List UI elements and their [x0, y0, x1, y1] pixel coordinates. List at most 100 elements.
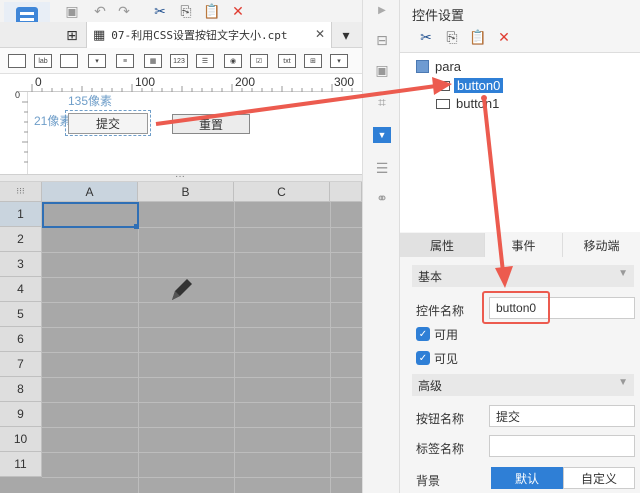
reset-button-label: 重置 — [198, 117, 223, 132]
panel-copy-icon[interactable]: ⎘ — [444, 29, 460, 45]
row-header[interactable]: 3 — [0, 252, 42, 277]
row-header[interactable]: 4 — [0, 277, 42, 302]
file-tab[interactable]: ▦ 07-利用CSS设置按钮文字大小.cpt ✕ — [86, 22, 332, 48]
radio-widget-icon[interactable]: ◉ — [224, 54, 242, 68]
section-title: 基本 — [418, 269, 443, 284]
copy-icon[interactable]: ⎘ — [178, 3, 194, 19]
column-header-c[interactable]: C — [234, 182, 330, 202]
button-name-input[interactable]: 提交 — [489, 405, 635, 427]
tab-label: 事件 — [511, 238, 536, 253]
grid-line — [42, 452, 362, 453]
tag-name-label: 标签名称 — [416, 442, 465, 456]
button-widget-icon[interactable] — [8, 54, 26, 68]
column-header-b[interactable]: B — [138, 182, 234, 202]
row-header[interactable]: 8 — [0, 377, 42, 402]
layout-icon[interactable]: ⊟ — [374, 32, 390, 48]
panel-cut-icon[interactable]: ✂ — [418, 29, 434, 45]
crop-icon[interactable]: ⌗ — [374, 94, 390, 110]
column-header-a[interactable]: A — [42, 182, 138, 202]
row-header[interactable]: 7 — [0, 352, 42, 377]
tab-events[interactable]: 事件 — [484, 233, 562, 257]
pane-splitter[interactable]: ··· — [0, 171, 362, 182]
link-icon[interactable]: ⚭ — [374, 190, 390, 206]
row-label: 2 — [17, 232, 24, 246]
background-label: 背景 — [416, 474, 441, 488]
undo-icon[interactable]: ↶ — [92, 3, 108, 19]
background-default-toggle[interactable]: 默认 — [491, 467, 563, 489]
date-widget-icon[interactable]: ▦ — [144, 54, 162, 68]
fill-handle[interactable] — [134, 224, 139, 229]
combo-widget-icon[interactable]: ▾ — [88, 54, 106, 68]
widget-settings-icon[interactable]: ▼ — [373, 127, 391, 143]
control-name-label: 控件名称 — [416, 304, 465, 318]
column-header-d[interactable] — [330, 182, 362, 202]
tree-item-button1[interactable]: button1 — [436, 96, 499, 111]
grid-icon[interactable]: ⊞ — [64, 27, 80, 43]
side-toolstrip: ▶ ⊟ ▣ ⌗ ▼ ☰ ⚭ — [362, 0, 400, 493]
cut-icon[interactable]: ✂ — [152, 3, 168, 19]
tree-item-label: button0 — [454, 78, 504, 93]
tag-name-input[interactable] — [489, 435, 635, 457]
row-header[interactable]: 6 — [0, 327, 42, 352]
row-label: 8 — [17, 382, 24, 396]
paste-icon[interactable]: 📋 — [203, 3, 220, 19]
spreadsheet-grid[interactable]: ⁝⁝⁝ A B C 1 2 3 4 5 6 7 8 9 10 11 — [0, 182, 362, 493]
row-header[interactable]: 9 — [0, 402, 42, 427]
stack-icon[interactable]: ☰ — [374, 160, 390, 176]
row-label: 5 — [17, 307, 24, 321]
row-label: 10 — [13, 432, 28, 446]
more-widget-icon[interactable]: ▾ — [330, 54, 348, 68]
submit-button[interactable]: 提交 — [68, 113, 148, 134]
tab-label: 属性 — [429, 238, 454, 253]
widget-toolbar: lab ▾ ≡ ▦ 123 ☰ ◉ ☑ txt ⊞ ▾ — [0, 48, 362, 74]
tab-properties[interactable]: 属性 — [400, 233, 484, 257]
ruler-tick-100: 100 — [135, 75, 156, 89]
number-widget-icon[interactable]: 123 — [170, 54, 188, 68]
textarea-widget-icon[interactable]: ☰ — [196, 54, 214, 68]
image-widget-icon[interactable]: ▣ — [374, 62, 390, 78]
close-tab-icon[interactable]: ✕ — [315, 27, 325, 41]
label-widget-icon[interactable]: lab — [34, 54, 52, 68]
textbox-widget-icon[interactable] — [60, 54, 78, 68]
row-header[interactable]: 5 — [0, 302, 42, 327]
selected-cell-a1[interactable] — [42, 202, 139, 228]
dropdown-menu-icon[interactable]: ▾ — [338, 27, 354, 43]
collapse-icon: ▼ — [618, 377, 628, 388]
delete-icon[interactable]: ✕ — [230, 3, 246, 19]
enabled-checkbox[interactable]: ✓ — [416, 327, 430, 341]
tree-item-label: button1 — [456, 96, 500, 111]
background-custom-toggle[interactable]: 自定义 — [563, 467, 635, 489]
redo-icon[interactable]: ↷ — [116, 3, 132, 19]
advanced-section-header[interactable]: 高级 ▼ — [412, 374, 634, 396]
tree-item-para[interactable]: para — [416, 59, 461, 74]
collapse-arrow-icon[interactable]: ▶ — [374, 4, 390, 18]
annotation-highlight — [482, 291, 550, 324]
row-header[interactable]: 2 — [0, 227, 42, 252]
select-all-corner[interactable]: ⁝⁝⁝ — [0, 182, 42, 202]
tree-item-button0[interactable]: button0 — [436, 78, 504, 93]
collapse-icon: ▼ — [618, 268, 628, 279]
grid-line — [42, 302, 362, 303]
row-label: 7 — [17, 357, 24, 371]
file-tabbar: ⊞ ▦ 07-利用CSS设置按钮文字大小.cpt ✕ ▾ — [0, 22, 362, 48]
basic-section-header[interactable]: 基本 ▼ — [412, 265, 634, 287]
design-canvas[interactable]: 135像素 21像素 提交 重置 — [28, 92, 362, 174]
row-header[interactable]: 11 — [0, 452, 42, 477]
panel-paste-icon[interactable]: 📋 — [469, 29, 486, 45]
checkbox-widget-icon[interactable]: ☑ — [250, 54, 268, 68]
width-annotation: 135像素 — [68, 94, 113, 108]
save-icon[interactable]: ▣ — [64, 3, 80, 19]
panel-delete-icon[interactable]: ✕ — [496, 29, 512, 45]
tab-mobile[interactable]: 移动端 — [562, 233, 640, 257]
visible-checkbox[interactable]: ✓ — [416, 351, 430, 365]
text-widget-icon[interactable]: txt — [278, 54, 296, 68]
button-icon — [436, 98, 450, 109]
reset-button[interactable]: 重置 — [172, 114, 250, 134]
tree-widget-icon[interactable]: ⊞ — [304, 54, 322, 68]
list-widget-icon[interactable]: ≡ — [116, 54, 134, 68]
tree-item-label: para — [435, 59, 462, 74]
row-header[interactable]: 1 — [0, 202, 42, 227]
column-b-label: B — [181, 184, 190, 199]
row-header[interactable]: 10 — [0, 427, 42, 452]
grid-line — [330, 202, 331, 493]
